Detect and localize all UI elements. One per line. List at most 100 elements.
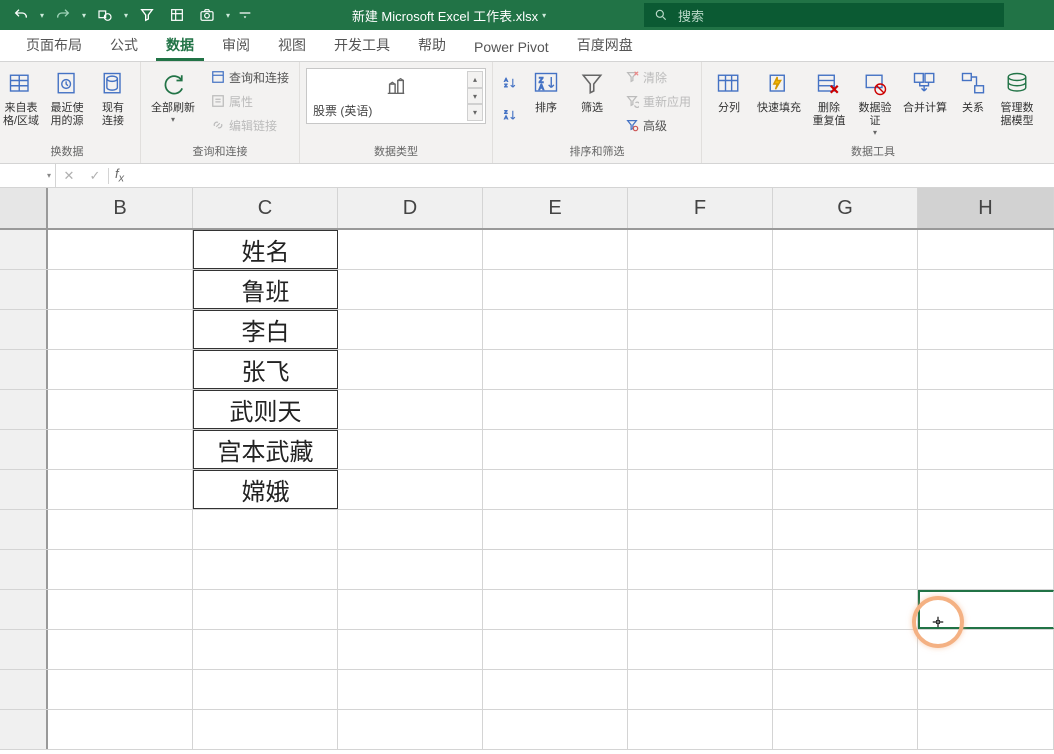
cell[interactable] <box>628 470 773 509</box>
relationships-button[interactable]: 关系 <box>954 66 992 115</box>
cell-c6[interactable]: 宫本武藏 <box>193 430 338 469</box>
cell[interactable] <box>628 270 773 309</box>
cell[interactable] <box>773 710 918 749</box>
refresh-all-button[interactable]: 全部刷新 ▾ <box>147 66 199 124</box>
data-validation-button[interactable]: 数据验 证 ▾ <box>854 66 896 137</box>
row-header[interactable] <box>0 470 48 509</box>
tab-baidu[interactable]: 百度网盘 <box>567 29 643 61</box>
cell[interactable] <box>48 670 193 709</box>
cell[interactable] <box>773 470 918 509</box>
scroll-more-button[interactable]: ▾ <box>467 104 483 121</box>
cell[interactable] <box>338 390 483 429</box>
cell[interactable] <box>48 710 193 749</box>
sort-button[interactable]: ZA 排序 <box>525 66 567 115</box>
sort-desc-button[interactable]: ZA <box>499 102 521 128</box>
cell[interactable] <box>918 310 1054 349</box>
cell[interactable] <box>193 710 338 749</box>
cell[interactable] <box>483 550 628 589</box>
cell[interactable] <box>918 510 1054 549</box>
row-header[interactable] <box>0 550 48 589</box>
cell[interactable] <box>48 350 193 389</box>
cell[interactable] <box>918 230 1054 269</box>
cell[interactable] <box>918 550 1054 589</box>
cell[interactable] <box>48 390 193 429</box>
row-header[interactable] <box>0 670 48 709</box>
cell[interactable] <box>918 350 1054 389</box>
cell[interactable] <box>483 670 628 709</box>
cell[interactable] <box>48 630 193 669</box>
cell[interactable] <box>483 510 628 549</box>
cell[interactable] <box>918 390 1054 429</box>
select-all-corner[interactable] <box>0 188 48 228</box>
row-header[interactable] <box>0 230 48 269</box>
col-header-f[interactable]: F <box>628 188 773 228</box>
redo-button[interactable] <box>50 3 76 27</box>
recent-sources-button[interactable]: 最近使 用的源 <box>46 66 88 128</box>
cell[interactable] <box>918 430 1054 469</box>
search-box[interactable]: 搜索 <box>644 3 1004 27</box>
cell[interactable] <box>773 510 918 549</box>
cell[interactable] <box>48 470 193 509</box>
row-header[interactable] <box>0 350 48 389</box>
advanced-filter-button[interactable]: 高级 <box>621 114 695 136</box>
sort-asc-button[interactable]: AZ <box>499 70 521 96</box>
row-header[interactable] <box>0 630 48 669</box>
cell[interactable] <box>483 270 628 309</box>
cell[interactable] <box>483 470 628 509</box>
cell[interactable] <box>48 430 193 469</box>
cell[interactable] <box>773 550 918 589</box>
cell-c5[interactable]: 武则天 <box>193 390 338 429</box>
cell-c7[interactable]: 嫦娥 <box>193 470 338 509</box>
cell[interactable] <box>48 510 193 549</box>
cell[interactable] <box>338 510 483 549</box>
queries-connections-button[interactable]: 查询和连接 <box>207 66 293 88</box>
filter-button[interactable]: 筛选 <box>571 66 613 115</box>
cell[interactable] <box>773 350 918 389</box>
cell[interactable] <box>48 550 193 589</box>
filter-icon[interactable] <box>134 3 160 27</box>
cell[interactable] <box>483 710 628 749</box>
cell[interactable] <box>193 670 338 709</box>
existing-connections-button[interactable]: 现有 连接 <box>92 66 134 128</box>
cell[interactable] <box>628 430 773 469</box>
cell[interactable] <box>483 590 628 629</box>
cell[interactable] <box>628 710 773 749</box>
cell[interactable] <box>628 590 773 629</box>
cell[interactable] <box>338 550 483 589</box>
cell[interactable] <box>338 590 483 629</box>
cell[interactable] <box>773 590 918 629</box>
cell[interactable] <box>338 470 483 509</box>
cell[interactable] <box>483 350 628 389</box>
undo-dropdown-icon[interactable]: ▾ <box>38 11 46 20</box>
row-header[interactable] <box>0 430 48 469</box>
undo-button[interactable] <box>8 3 34 27</box>
title-dropdown-icon[interactable]: ▾ <box>542 11 546 20</box>
cell[interactable] <box>48 230 193 269</box>
cell[interactable] <box>193 510 338 549</box>
tab-view[interactable]: 视图 <box>268 29 316 61</box>
qat-customize-icon[interactable] <box>236 3 254 27</box>
shape-button[interactable] <box>92 3 118 27</box>
cell[interactable] <box>48 310 193 349</box>
cell[interactable] <box>918 630 1054 669</box>
cell[interactable] <box>338 270 483 309</box>
tab-formulas[interactable]: 公式 <box>100 29 148 61</box>
tab-review[interactable]: 审阅 <box>212 29 260 61</box>
cell[interactable] <box>193 550 338 589</box>
cell[interactable] <box>918 470 1054 509</box>
cell[interactable] <box>338 430 483 469</box>
cell[interactable] <box>628 230 773 269</box>
cell[interactable] <box>628 350 773 389</box>
cell[interactable] <box>483 430 628 469</box>
cell-c2[interactable]: 鲁班 <box>193 270 338 309</box>
cell[interactable] <box>628 670 773 709</box>
cell[interactable] <box>628 390 773 429</box>
row-header[interactable] <box>0 710 48 749</box>
cell[interactable] <box>773 670 918 709</box>
camera-dropdown-icon[interactable]: ▾ <box>224 11 232 20</box>
cell[interactable] <box>918 710 1054 749</box>
shape-dropdown-icon[interactable]: ▾ <box>122 11 130 20</box>
cell[interactable] <box>48 590 193 629</box>
row-header[interactable] <box>0 590 48 629</box>
cell[interactable] <box>773 310 918 349</box>
